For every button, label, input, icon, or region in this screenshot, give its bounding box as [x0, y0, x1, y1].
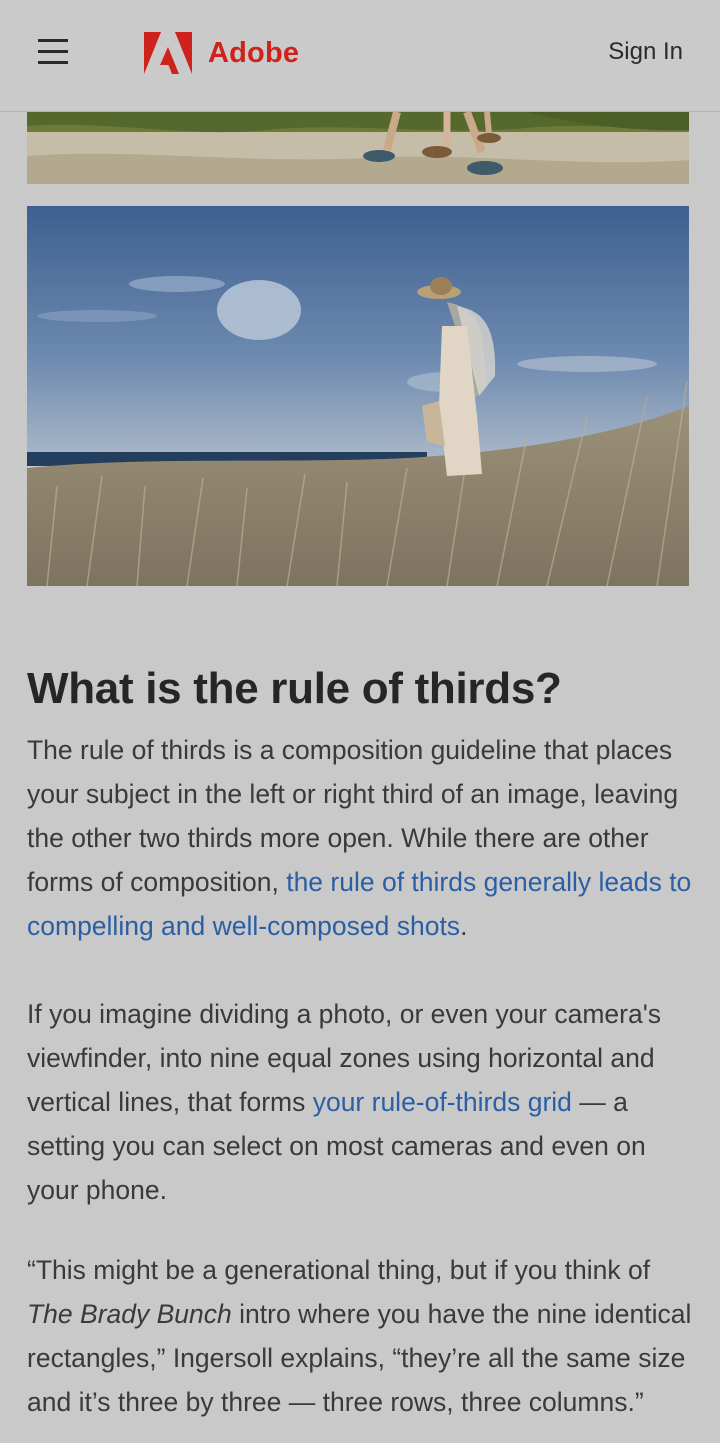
hero-image-walkers — [27, 112, 689, 184]
sign-in-link[interactable]: Sign In — [608, 38, 683, 66]
adobe-logo-icon — [144, 32, 192, 74]
hamburger-menu-icon[interactable] — [38, 39, 68, 67]
woman-in-grassland-image — [27, 206, 689, 586]
rule-of-thirds-grid-link[interactable]: your rule-of-thirds grid — [313, 1087, 572, 1117]
brady-bunch-title: The Brady Bunch — [27, 1299, 232, 1329]
brand-name: Adobe — [208, 36, 300, 69]
article-heading: What is the rule of thirds? — [27, 664, 562, 713]
paragraph-2: If you imagine dividing a photo, or even… — [27, 992, 697, 1212]
paragraph-3-quote: “This might be a generational thing, but… — [27, 1248, 697, 1424]
paragraph-3-text-a: “This might be a generational thing, but… — [27, 1255, 651, 1285]
paragraph-1: The rule of thirds is a composition guid… — [27, 728, 697, 948]
paragraph-1-text-b: . — [460, 911, 468, 941]
site-header: Adobe Sign In — [0, 0, 720, 112]
adobe-logo[interactable]: Adobe — [144, 32, 299, 74]
